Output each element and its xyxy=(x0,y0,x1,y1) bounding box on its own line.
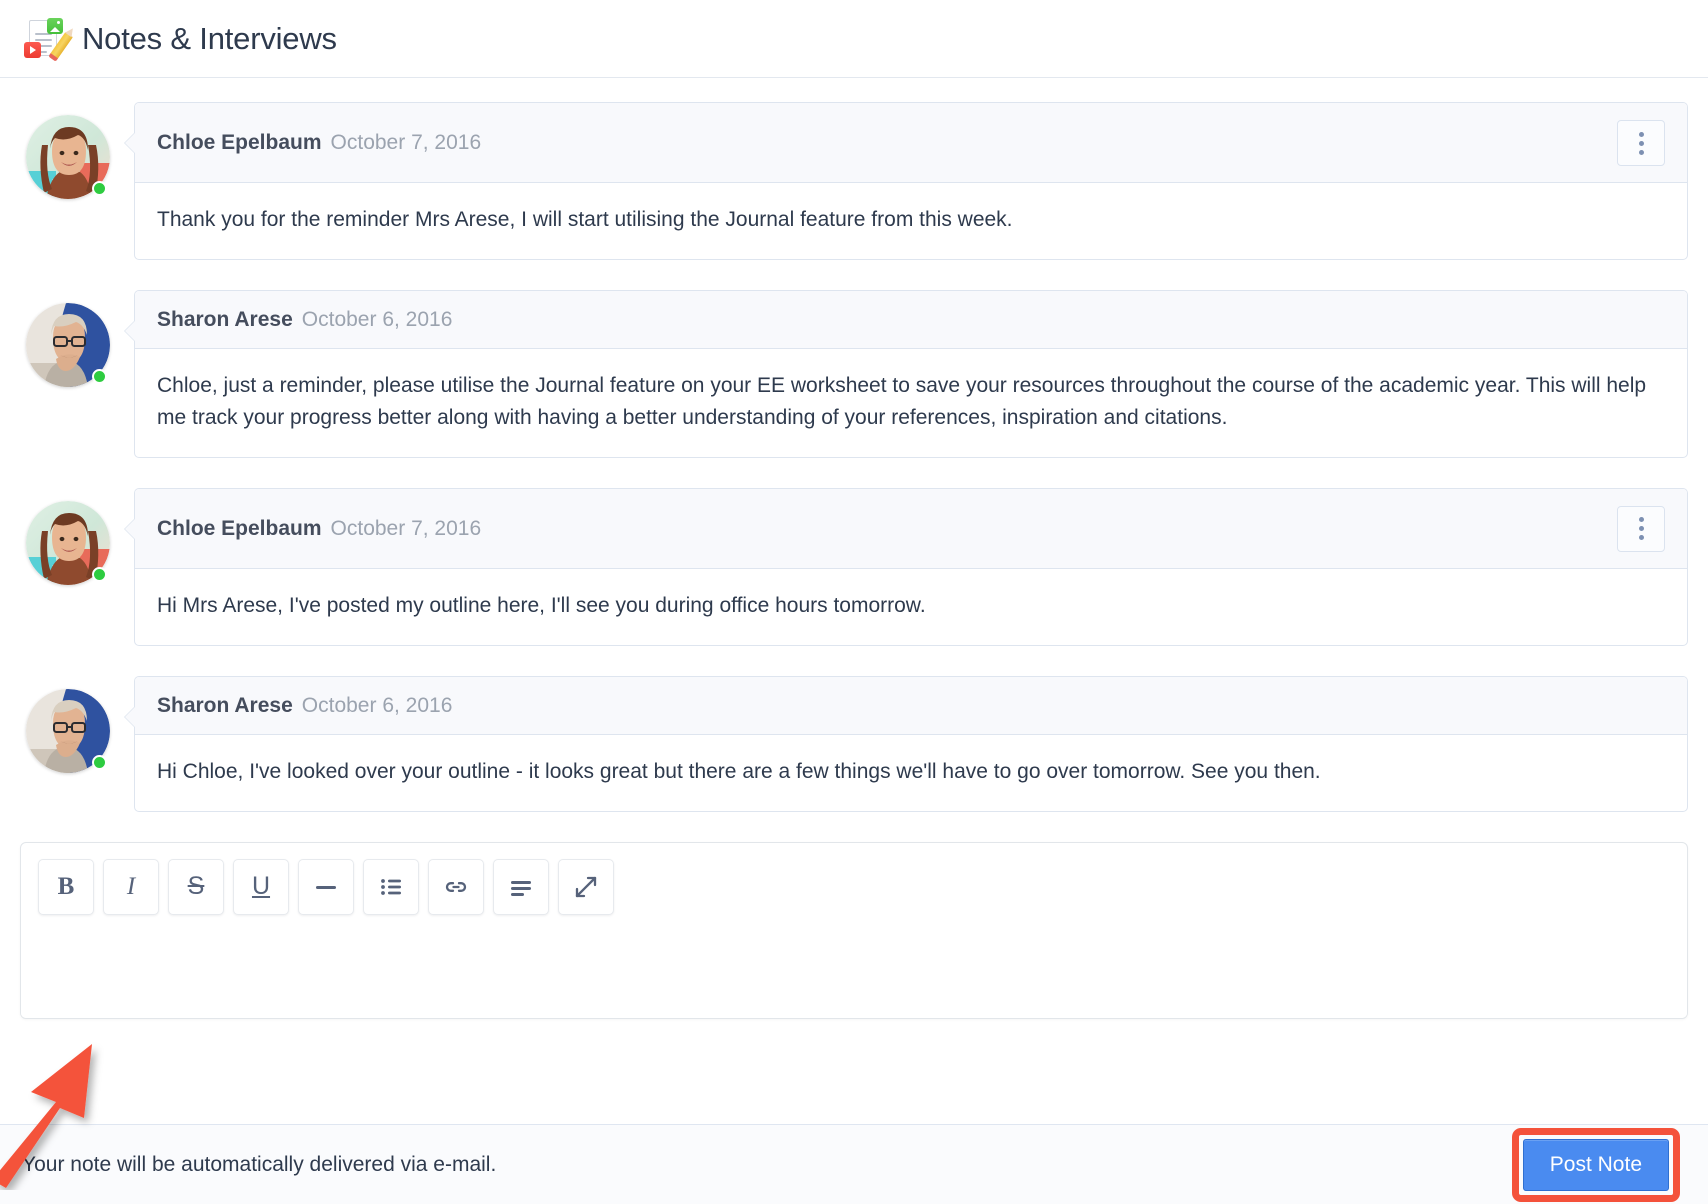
message-body: Hi Mrs Arese, I've posted my outline her… xyxy=(157,593,926,617)
bold-icon[interactable]: B xyxy=(38,858,94,915)
online-status-dot xyxy=(92,754,107,770)
avatar xyxy=(26,500,110,585)
page-header: Notes & Interviews xyxy=(0,0,1708,78)
online-status-dot xyxy=(92,368,107,384)
notes-thread: Chloe Epelbaum October 7, 2016 Thank you… xyxy=(0,78,1708,812)
message-date: October 7, 2016 xyxy=(330,131,482,154)
online-status-dot xyxy=(92,566,107,582)
message-header: Chloe Epelbaum October 7, 2016 xyxy=(135,488,1687,569)
delivery-note-text: Your note will be automatically delivere… xyxy=(22,1152,497,1176)
bullet-list-icon[interactable] xyxy=(363,858,419,915)
avatar xyxy=(26,688,110,773)
horizontal-rule-icon[interactable] xyxy=(298,858,354,915)
message-author: Sharon Arese xyxy=(157,307,293,331)
message-author: Chloe Epelbaum xyxy=(157,131,322,154)
message-date: October 6, 2016 xyxy=(301,307,453,331)
message-body: Hi Chloe, I've looked over your outline … xyxy=(157,759,1321,783)
underline-icon[interactable]: U xyxy=(233,858,289,915)
italic-icon[interactable]: I xyxy=(103,858,159,915)
message-date: October 7, 2016 xyxy=(330,516,482,540)
kebab-menu-icon[interactable] xyxy=(1617,505,1665,552)
note-editor: BISU xyxy=(20,841,1688,1019)
avatar xyxy=(26,302,110,387)
note-editor-input[interactable] xyxy=(21,931,1687,1018)
message-header: Sharon Arese October 6, 2016 xyxy=(135,676,1687,735)
notes-interviews-page: Notes & Interviews Chloe Epelbaum Octobe… xyxy=(0,0,1708,1204)
post-note-button[interactable]: Post Note xyxy=(1522,1138,1669,1191)
note-message: Sharon Arese October 6, 2016 Chloe, just… xyxy=(20,289,1688,458)
message-header: Sharon Arese October 6, 2016 xyxy=(135,290,1687,349)
page-title: Notes & Interviews xyxy=(82,20,337,56)
editor-toolbar: BISU xyxy=(21,843,1687,932)
message-bubble: Sharon Arese October 6, 2016 Chloe, just… xyxy=(124,289,1688,458)
strikethrough-icon[interactable]: S xyxy=(168,858,224,915)
note-message: Sharon Arese October 6, 2016 Hi Chloe, I… xyxy=(20,675,1688,812)
message-date: October 6, 2016 xyxy=(301,693,453,717)
note-message: Chloe Epelbaum October 7, 2016 Hi Mrs Ar… xyxy=(20,487,1688,646)
expand-arrows-icon[interactable] xyxy=(558,858,614,915)
message-author: Sharon Arese xyxy=(157,693,293,717)
message-bubble: Chloe Epelbaum October 7, 2016 Thank you… xyxy=(124,102,1688,260)
message-bubble: Sharon Arese October 6, 2016 Hi Chloe, I… xyxy=(124,675,1688,812)
notes-document-pencil-icon xyxy=(22,16,73,62)
message-author: Chloe Epelbaum xyxy=(157,516,322,540)
post-note-highlight-annotation: Post Note xyxy=(1511,1127,1680,1202)
note-message: Chloe Epelbaum October 7, 2016 Thank you… xyxy=(20,102,1688,260)
message-header: Chloe Epelbaum October 7, 2016 xyxy=(135,103,1687,183)
editor-footer: Your note will be automatically delivere… xyxy=(0,1124,1708,1204)
online-status-dot xyxy=(92,181,107,196)
align-left-icon[interactable] xyxy=(493,858,549,915)
message-body: Chloe, just a reminder, please utilise t… xyxy=(157,373,1647,429)
kebab-menu-icon[interactable] xyxy=(1617,120,1665,166)
message-body: Thank you for the reminder Mrs Arese, I … xyxy=(157,208,1013,231)
message-bubble: Chloe Epelbaum October 7, 2016 Hi Mrs Ar… xyxy=(124,487,1688,646)
avatar xyxy=(26,115,110,199)
link-icon[interactable] xyxy=(428,858,484,915)
